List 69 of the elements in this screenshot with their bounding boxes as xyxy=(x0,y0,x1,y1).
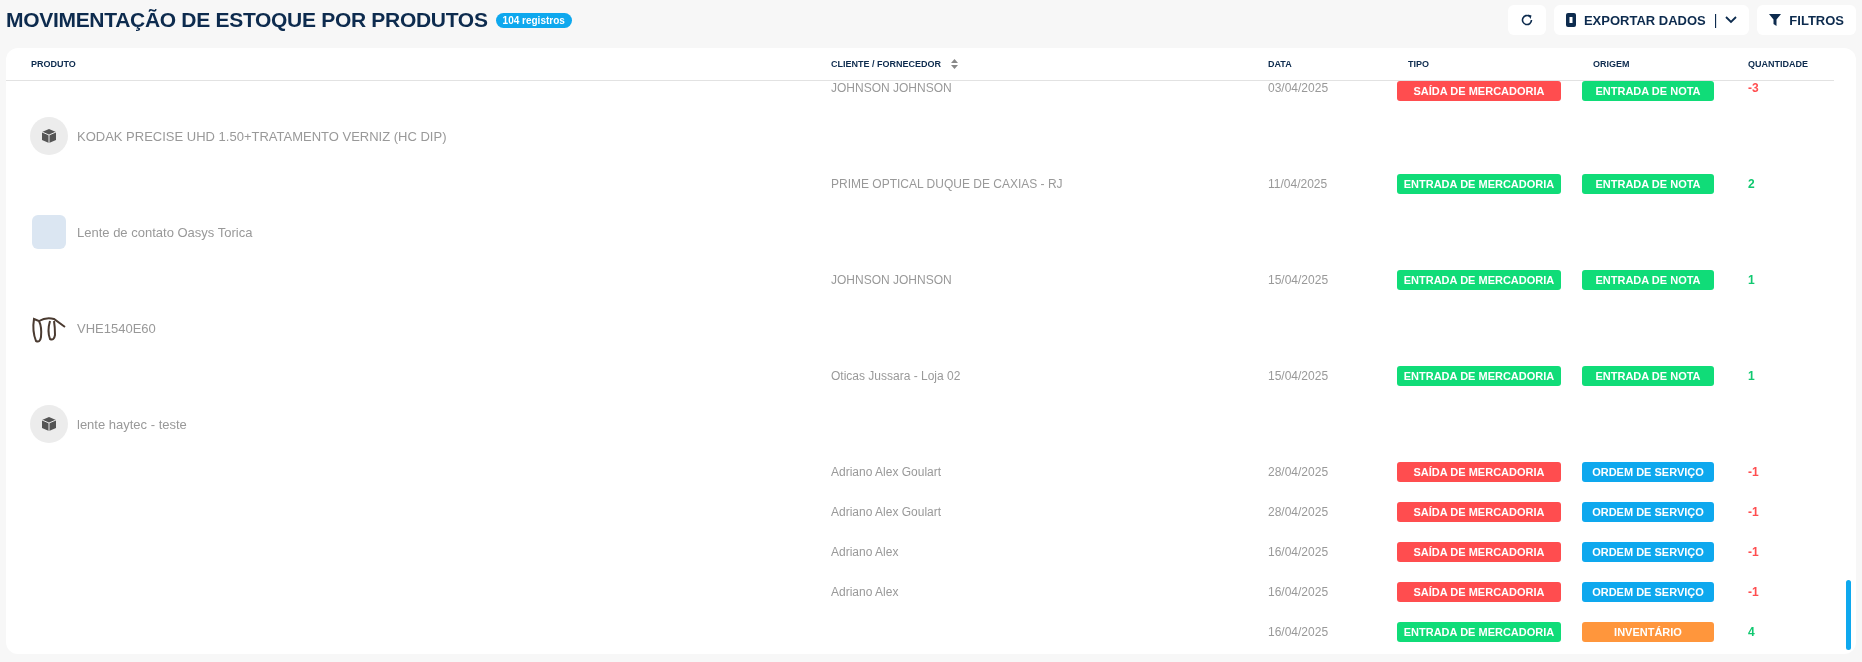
quantity-value: 1 xyxy=(1748,273,1755,287)
origin-tag: ORDEM DE SERVIÇO xyxy=(1582,542,1714,562)
column-header: QUANTIDADE xyxy=(1748,59,1808,69)
quantity-value: 2 xyxy=(1748,177,1755,191)
origin-tag: ENTRADA DE NOTA xyxy=(1582,270,1714,290)
export-button[interactable]: EXPORTAR DADOS | xyxy=(1553,5,1750,35)
movement-type-tag: SAÍDA DE MERCADORIA xyxy=(1397,462,1561,482)
scrollbar-thumb[interactable] xyxy=(1846,580,1851,650)
date-text: 16/04/2025 xyxy=(1268,625,1329,639)
origin-tag: ENTRADA DE NOTA xyxy=(1582,81,1714,101)
movement-type-tag: ENTRADA DE MERCADORIA xyxy=(1397,270,1561,290)
column-header: PRODUTO xyxy=(31,59,76,69)
movement-type-tag: SAÍDA DE MERCADORIA xyxy=(1397,542,1561,562)
filter-button[interactable]: FILTROS xyxy=(1757,5,1856,35)
client-name: JOHNSON JOHNSON xyxy=(831,273,952,287)
client-name: Adriano Alex Goulart xyxy=(831,505,942,519)
chevron-down-icon xyxy=(1725,16,1738,24)
date-text: 03/04/2025 xyxy=(1268,81,1329,95)
column-header: ORIGEM xyxy=(1593,59,1630,69)
product-name: KODAK PRECISE UHD 1.50+TRATAMENTO VERNIZ (HC DIP) xyxy=(77,128,447,144)
record-count-badge: 104 registros xyxy=(495,12,572,28)
movement-type-tag: ENTRADA DE MERCADORIA xyxy=(1397,174,1561,194)
client-name: JOHNSON JOHNSON xyxy=(831,81,952,95)
origin-tag: ORDEM DE SERVIÇO xyxy=(1582,502,1714,522)
quantity-value: -1 xyxy=(1748,545,1759,559)
column-header: TIPO xyxy=(1408,59,1429,69)
date-text: 28/04/2025 xyxy=(1268,465,1329,479)
origin-tag: ORDEM DE SERVIÇO xyxy=(1582,582,1714,602)
client-name: Adriano Alex Goulart xyxy=(831,465,942,479)
quantity-value: -1 xyxy=(1748,585,1759,599)
photo-placeholder xyxy=(32,215,66,249)
column-header[interactable]: CLIENTE / FORNECEDOR xyxy=(831,59,941,69)
column-header: DATA xyxy=(1268,59,1292,69)
page-title: MOVIMENTAÇÃO DE ESTOQUE POR PRODUTOS xyxy=(6,8,488,32)
box-icon xyxy=(41,416,57,432)
origin-tag: ENTRADA DE NOTA xyxy=(1582,174,1714,194)
funnel-icon xyxy=(1769,14,1782,26)
movement-type-tag: SAÍDA DE MERCADORIA xyxy=(1397,582,1561,602)
refresh-button[interactable] xyxy=(1507,5,1546,35)
refresh-icon xyxy=(1519,13,1534,27)
product-name: Lente de contato Oasys Torica xyxy=(77,224,253,240)
origin-tag: ORDEM DE SERVIÇO xyxy=(1582,462,1714,482)
separator: | xyxy=(1713,12,1718,28)
quantity-value: -1 xyxy=(1748,505,1759,519)
date-text: 11/04/2025 xyxy=(1268,177,1328,191)
movement-type-tag: ENTRADA DE MERCADORIA xyxy=(1397,622,1561,642)
box-icon xyxy=(41,128,57,144)
spreadsheet-file-icon xyxy=(1565,13,1576,27)
date-text: 16/04/2025 xyxy=(1268,545,1329,559)
movement-type-tag: ENTRADA DE MERCADORIA xyxy=(1397,366,1561,386)
client-name: Adriano Alex xyxy=(831,585,899,599)
quantity-value: 1 xyxy=(1748,369,1755,383)
sort-icon[interactable] xyxy=(951,59,958,69)
movement-type-tag: SAÍDA DE MERCADORIA xyxy=(1397,81,1561,101)
date-text: 16/04/2025 xyxy=(1268,585,1329,599)
client-name: Adriano Alex xyxy=(831,545,899,559)
origin-tag: ENTRADA DE NOTA xyxy=(1582,366,1714,386)
date-text: 15/04/2025 xyxy=(1268,369,1329,383)
client-name: Oticas Jussara - Loja 02 xyxy=(831,369,961,383)
quantity-value: 4 xyxy=(1748,625,1755,639)
product-name: VHE1540E60 xyxy=(77,320,156,336)
quantity-value: -3 xyxy=(1748,81,1759,95)
date-text: 15/04/2025 xyxy=(1268,273,1329,287)
quantity-value: -1 xyxy=(1748,465,1759,479)
client-name: PRIME OPTICAL DUQUE DE CAXIAS - RJ xyxy=(831,177,1063,191)
date-text: 28/04/2025 xyxy=(1268,505,1329,519)
movement-type-tag: SAÍDA DE MERCADORIA xyxy=(1397,502,1561,522)
product-name: lente haytec - teste xyxy=(77,416,187,432)
origin-tag: INVENTÁRIO xyxy=(1582,622,1714,642)
